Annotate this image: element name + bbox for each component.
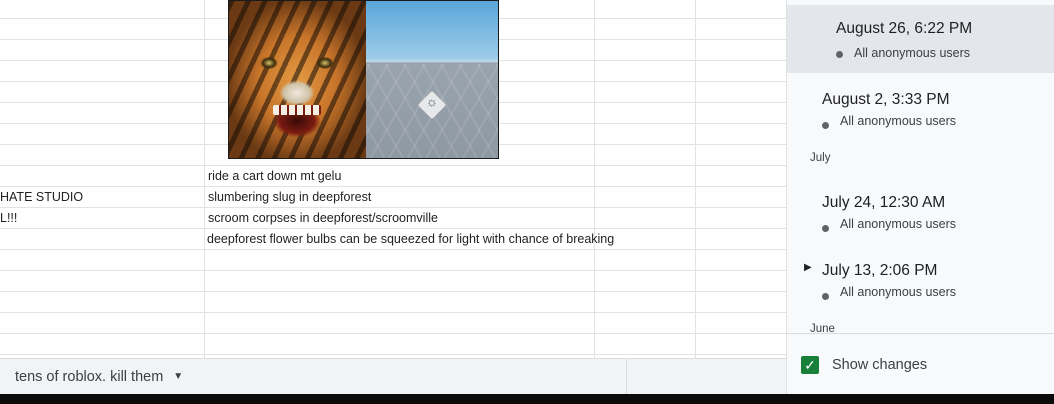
version-history-panel: August 26, 6:22 PM All anonymous users A…	[786, 0, 1054, 394]
month-header: July	[810, 152, 831, 164]
embedded-image[interactable]: ☼	[228, 0, 499, 159]
sheet-tab-label: tens of roblox. kill them	[15, 368, 164, 385]
grid-row-line	[0, 270, 786, 271]
grid-row-line	[0, 165, 786, 166]
grid-row-line	[0, 333, 786, 334]
cell[interactable]: scroom corpses in deepforest/scroomville	[208, 208, 438, 228]
tiger-image	[229, 1, 366, 158]
version-item[interactable]: July 24, 12:30 AM All anonymous users	[787, 176, 1054, 244]
version-time: August 26, 6:22 PM	[836, 20, 973, 37]
version-time: July 24, 12:30 AM	[822, 194, 946, 211]
grid-col-line	[695, 0, 696, 358]
user-dot-icon	[822, 225, 829, 232]
version-time: August 2, 3:33 PM	[822, 91, 950, 108]
sheet-tab-bar: tens of roblox. kill them ▼	[0, 358, 786, 394]
version-user: All anonymous users	[854, 46, 971, 60]
version-item[interactable]: August 26, 6:22 PM All anonymous users	[787, 5, 1054, 73]
caret-down-icon[interactable]: ▼	[173, 371, 183, 382]
version-user: All anonymous users	[840, 285, 957, 299]
grid-row-line	[0, 354, 786, 355]
user-dot-icon	[822, 293, 829, 300]
version-user: All anonymous users	[840, 217, 957, 231]
grid-row-line	[0, 312, 786, 313]
sun-icon: ☼	[426, 94, 438, 109]
roblox-baseplate-image	[366, 1, 498, 158]
cell[interactable]: ride a cart down mt gelu	[208, 166, 341, 186]
version-time: July 13, 2:06 PM	[822, 262, 938, 279]
version-item[interactable]: ▶ July 13, 2:06 PM All anonymous users	[787, 244, 1054, 312]
cell[interactable]: L!!!	[0, 208, 17, 228]
cell[interactable]: deepforest flower bulbs can be squeezed …	[207, 229, 614, 249]
grid-row-line	[0, 291, 786, 292]
divider	[626, 359, 627, 394]
screen-bottom-edge	[0, 394, 1054, 404]
show-changes-label[interactable]: Show changes	[832, 357, 927, 373]
sheet-tab[interactable]: tens of roblox. kill them ▼	[0, 359, 215, 394]
show-changes-checkbox[interactable]: ✓	[801, 356, 819, 374]
cell[interactable]: slumbering slug in deepforest	[208, 187, 371, 207]
spreadsheet-grid[interactable]: ☼ ride a cart down mt gelu HATE STUDIO s…	[0, 0, 786, 358]
grid-col-line	[204, 0, 205, 358]
user-dot-icon	[822, 122, 829, 129]
history-footer: ✓ Show changes	[787, 333, 1054, 394]
version-user: All anonymous users	[840, 114, 957, 128]
version-item[interactable]: August 2, 3:33 PM All anonymous users	[787, 73, 1054, 141]
user-dot-icon	[836, 51, 843, 58]
grid-col-line	[594, 0, 595, 358]
grid-row-line	[0, 249, 786, 250]
grid-row-line	[0, 186, 786, 187]
cell[interactable]: HATE STUDIO	[0, 187, 83, 207]
expand-right-icon[interactable]: ▶	[804, 262, 812, 273]
